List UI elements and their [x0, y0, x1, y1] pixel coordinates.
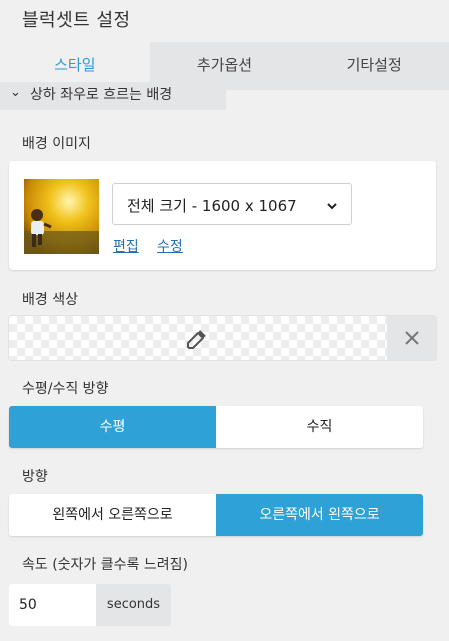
- image-size-select[interactable]: 전체 크기 - 1600 x 1067: [112, 183, 352, 225]
- background-image-card: 전체 크기 - 1600 x 1067 편집 수정: [9, 161, 436, 270]
- speed-field: seconds: [9, 584, 171, 626]
- orientation-label: 수평/수직 방향: [22, 381, 109, 397]
- orientation-toggle: 수평 수직: [9, 406, 423, 448]
- background-color-picker: [9, 316, 436, 360]
- tab-other-settings[interactable]: 기타설정: [299, 42, 449, 90]
- panel-title: 블럭셋트 설정: [22, 10, 131, 31]
- direction-toggle: 왼쪽에서 오른쪽으로 오른쪽에서 왼쪽으로: [9, 494, 423, 536]
- direction-label: 방향: [22, 469, 48, 485]
- speed-label: 속도 (숫자가 클수록 느려짐): [22, 557, 188, 573]
- chevron-down-icon: ⌄: [10, 85, 21, 100]
- eyedropper-icon: [185, 327, 209, 355]
- image-size-value: 전체 크기 - 1600 x 1067: [127, 197, 297, 215]
- clear-color-button[interactable]: [387, 316, 436, 360]
- orientation-vertical-option[interactable]: 수직: [216, 406, 423, 448]
- edit-image-link[interactable]: 편집: [113, 236, 139, 256]
- direction-right-to-left-option[interactable]: 오른쪽에서 왼쪽으로: [216, 494, 423, 536]
- chevron-down-icon: [326, 197, 338, 216]
- speed-unit: seconds: [96, 584, 171, 626]
- modify-image-link[interactable]: 수정: [157, 236, 183, 256]
- section-header-label: 상하 좌우로 흐르는 배경: [30, 87, 173, 103]
- background-image-label: 배경 이미지: [22, 136, 91, 152]
- direction-left-to-right-option[interactable]: 왼쪽에서 오른쪽으로: [9, 494, 216, 536]
- background-color-label: 배경 색상: [22, 292, 78, 308]
- orientation-horizontal-option[interactable]: 수평: [9, 406, 216, 448]
- background-image-thumbnail[interactable]: [24, 179, 99, 254]
- color-swatch[interactable]: [9, 316, 387, 360]
- section-header[interactable]: ⌄ 상하 좌우로 흐르는 배경: [0, 82, 226, 110]
- speed-input[interactable]: [9, 584, 96, 626]
